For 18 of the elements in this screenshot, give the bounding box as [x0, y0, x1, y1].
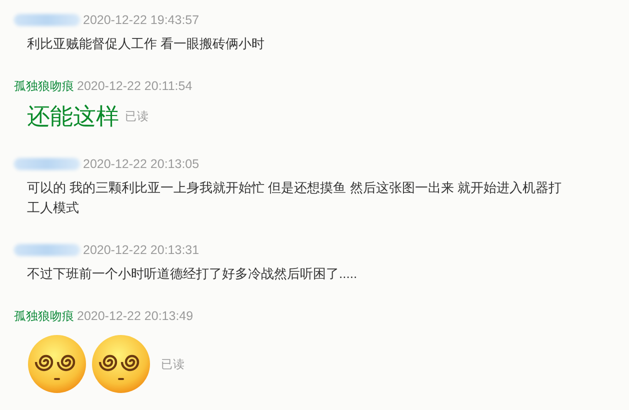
- read-receipt: 已读: [125, 110, 149, 124]
- sender-name: 孤独狼吻痕: [14, 308, 74, 324]
- message-time: 2020-12-22 19:43:57: [83, 13, 200, 27]
- message-text: 可以的 我的三颗利比亚一上身我就开始忙 但是还想摸鱼 然后这张图一出来 就开始进入机器打工人模式: [27, 179, 562, 217]
- dizzy-face-icon: [27, 334, 87, 394]
- message-time: 2020-12-22 20:11:54: [77, 79, 192, 93]
- read-receipt: 已读: [161, 358, 185, 372]
- blurred-name: [14, 14, 80, 26]
- message-time: 2020-12-22 20:13:49: [77, 309, 194, 323]
- message-text: 还能这样: [27, 102, 119, 131]
- message-time: 2020-12-22 20:13:31: [83, 243, 200, 257]
- message-time: 2020-12-22 20:13:05: [83, 157, 200, 171]
- message-text: 不过下班前一个小时听道德经打了好多冷战然后听困了.....: [27, 265, 358, 283]
- message-text: 利比亚贼能督促人工作 看一眼搬砖俩小时: [27, 35, 265, 53]
- dizzy-face-icon: [91, 334, 151, 394]
- blurred-name: [14, 244, 80, 256]
- blurred-name: [14, 158, 80, 170]
- sender-name: 孤独狼吻痕: [14, 78, 74, 94]
